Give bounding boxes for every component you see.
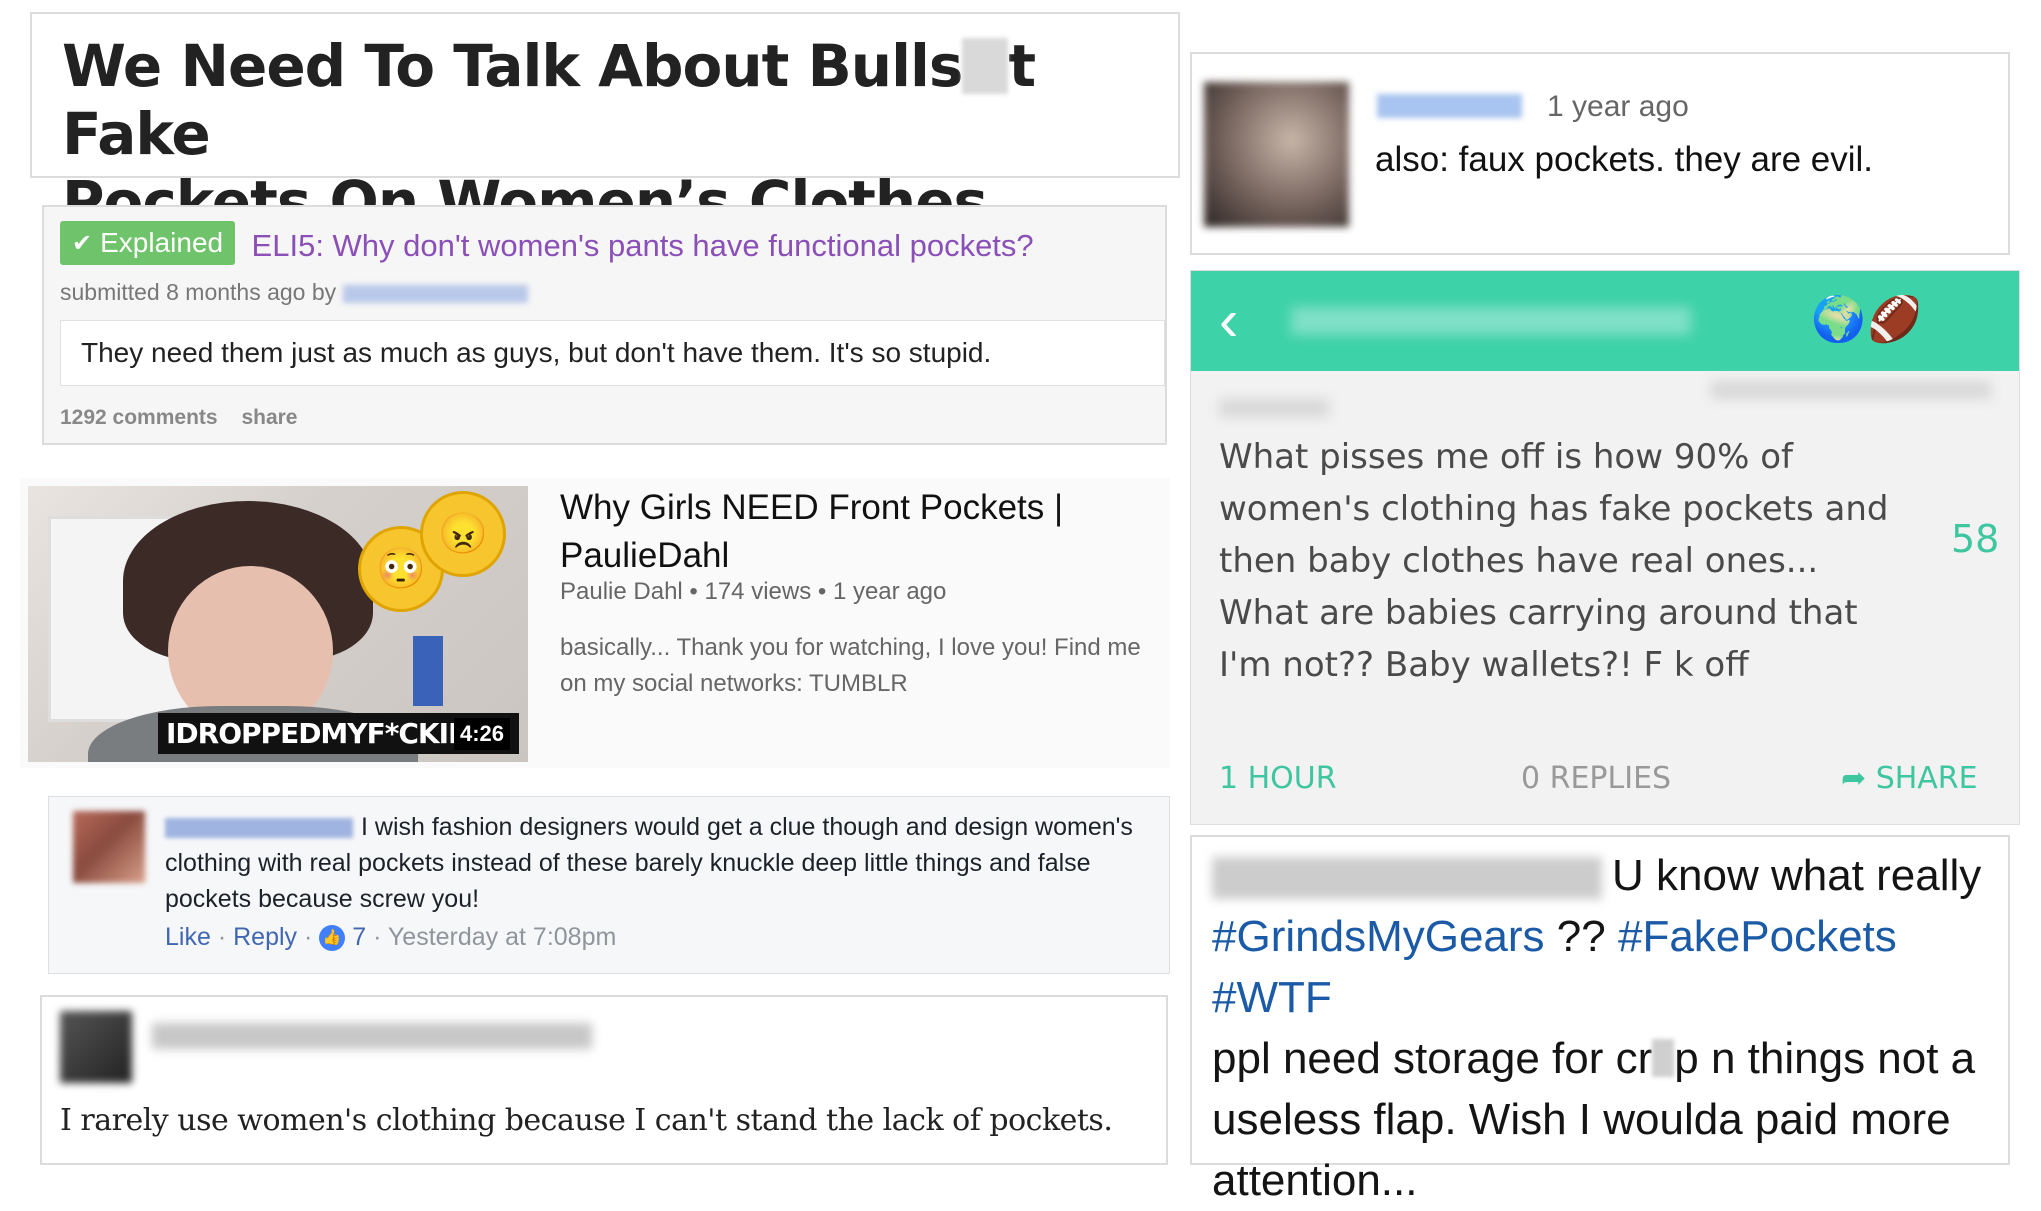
- video-thumbnail[interactable]: 😳 😠 IDROPPEDMYF*CKINGF 4:26: [28, 486, 528, 762]
- tweet-intro: U know what really: [1612, 851, 1982, 900]
- facebook-comment: I wish fashion designers would get a clu…: [48, 796, 1170, 974]
- censor-block: [962, 38, 1009, 94]
- redacted-meta: [1711, 381, 1991, 399]
- redacted-handle[interactable]: [1212, 857, 1602, 900]
- comment-time[interactable]: Yesterday at 7:08pm: [388, 923, 616, 951]
- comment-time: 1 year ago: [1547, 90, 1689, 123]
- yak-text: What pisses me off is how 90% of women's…: [1219, 437, 1889, 685]
- like-count[interactable]: 7: [352, 923, 366, 951]
- share-link[interactable]: share: [241, 406, 297, 429]
- share-label: SHARE: [1875, 761, 1978, 796]
- jeans-icon: [413, 636, 443, 706]
- globe-icon[interactable]: 🌍: [1811, 293, 1866, 345]
- video-meta: Paulie Dahl • 174 views • 1 year ago: [560, 578, 947, 605]
- thumbs-up-icon: 👍: [319, 925, 346, 952]
- faux-pockets-comment: 1 year ago also: faux pockets. they are …: [1190, 52, 2010, 255]
- censor-block: [1652, 1039, 1675, 1077]
- explained-flair[interactable]: ✔ Explained: [60, 221, 236, 265]
- tweet-card: U know what really #GrindsMyGears ?? #Fa…: [1190, 835, 2010, 1205]
- back-chevron-icon[interactable]: ‹: [1219, 287, 1238, 354]
- angry-emoji-icon: 😠: [420, 491, 506, 577]
- reddit-submitted-line: submitted 8 months ago by: [60, 279, 1149, 306]
- reply-link[interactable]: Reply: [233, 923, 297, 951]
- facebook-actions: Like · Reply · 👍 7 · Yesterday at 7:08pm: [165, 923, 617, 952]
- video-title[interactable]: Why Girls NEED Front Pockets | PaulieDah…: [560, 484, 1140, 580]
- comments-link[interactable]: 1292 comments: [60, 406, 218, 429]
- tweet-text: U know what really #GrindsMyGears ?? #Fa…: [1212, 845, 2002, 1211]
- redacted-commenter-name[interactable]: [165, 818, 353, 839]
- vote-count: 58: [1951, 517, 2000, 561]
- avatar[interactable]: [73, 811, 145, 883]
- check-icon: ✔: [72, 229, 93, 257]
- avatar[interactable]: [60, 1011, 132, 1083]
- tweet-line-a: ppl need storage for cr: [1212, 1034, 1653, 1083]
- redacted-commenter-name[interactable]: [1377, 94, 1522, 118]
- blurred-comment: I rarely use women's clothing because I …: [40, 995, 1168, 1165]
- reddit-post-body: They need them just as much as guys, but…: [60, 320, 1165, 386]
- video-duration: 4:26: [453, 718, 510, 750]
- hashtag-wtf[interactable]: #WTF: [1212, 973, 1332, 1022]
- yikyak-header: ‹ 🌍 🏈: [1191, 271, 2019, 371]
- share-arrow-icon: ➦: [1841, 761, 1867, 796]
- redacted-location-title: [1291, 307, 1691, 335]
- reddit-title-row: ✔ Explained ELI5: Why don't women's pant…: [60, 221, 1149, 265]
- facebook-comment-text: I wish fashion designers would get a clu…: [165, 809, 1145, 917]
- redacted-meta: [1219, 399, 1329, 417]
- comment-text: also: faux pockets. they are evil.: [1375, 140, 1874, 179]
- reddit-footer: 1292 comments share: [60, 406, 1149, 430]
- replies-count[interactable]: 0 REPLIES: [1521, 761, 1671, 796]
- reddit-post: ✔ Explained ELI5: Why don't women's pant…: [42, 205, 1167, 445]
- submitted-text: submitted 8 months ago by: [60, 279, 337, 305]
- avatar[interactable]: [1204, 82, 1349, 227]
- video-description: basically... Thank you for watching, I l…: [560, 634, 1141, 697]
- flair-label: Explained: [100, 227, 224, 258]
- headline-card: We Need To Talk About Bulls t Fake Pocket…: [30, 12, 1180, 236]
- like-link[interactable]: Like: [165, 923, 211, 951]
- yikyak-post: ‹ 🌍 🏈 What pisses me off is how 90% of w…: [1190, 270, 2020, 825]
- hashtag-fakepockets[interactable]: #FakePockets: [1618, 912, 1897, 961]
- comment-text: I rarely use women's clothing because I …: [60, 1103, 1113, 1138]
- redacted-commenter-name: [152, 1023, 592, 1049]
- youtube-result: 😳 😠 IDROPPEDMYF*CKINGF 4:26 Why Girls NE…: [20, 478, 1170, 768]
- football-icon[interactable]: 🏈: [1867, 293, 1922, 345]
- yak-time: 1 HOUR: [1219, 761, 1337, 796]
- redacted-username[interactable]: [342, 284, 528, 303]
- tweet-marks: ??: [1556, 912, 1606, 961]
- headline-line1-start: We Need To Talk About Bulls: [62, 32, 963, 100]
- hashtag-grindsmygears[interactable]: #GrindsMyGears: [1212, 912, 1545, 961]
- share-button[interactable]: ➦ SHARE: [1841, 761, 1978, 796]
- reddit-post-title[interactable]: ELI5: Why don't women's pants have funct…: [252, 228, 1034, 263]
